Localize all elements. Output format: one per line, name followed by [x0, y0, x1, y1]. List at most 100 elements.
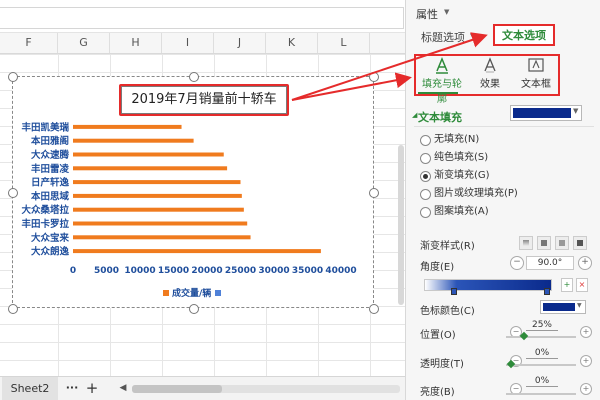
radio-pattern-fill[interactable]: 图案填充(A): [420, 204, 590, 220]
radio-label: 无填充(N): [434, 134, 480, 145]
bar-chart[interactable]: 丰田凯美瑞 本田雅阁 大众速腾 丰田雷凌 日产轩逸 本田思域 大众桑塔拉 丰田卡罗拉 大众宝来大…: [12, 76, 374, 308]
text-outline-icon: [436, 57, 448, 74]
text-fill-color-picker[interactable]: ▼: [510, 105, 582, 121]
category-label: 丰田雷凌: [31, 163, 70, 175]
stop-color-picker[interactable]: ▼: [540, 300, 586, 314]
x-tick-label: 30000: [258, 266, 289, 276]
section-text-fill[interactable]: 文本填充: [418, 109, 462, 125]
radio-gradient-fill[interactable]: 渐变填充(G): [420, 168, 590, 184]
tab-sheet2[interactable]: Sheet2: [2, 377, 58, 400]
gradient-style-label: 渐变样式(R): [420, 241, 475, 252]
subtab-fill-and-outline[interactable]: 填充与轮廓: [418, 56, 466, 105]
subtab-label: 填充与轮廓: [422, 79, 462, 105]
chevron-down-icon[interactable]: ▼: [470, 32, 475, 40]
add-stop-icon[interactable]: +: [561, 278, 573, 292]
chevron-down-icon[interactable]: ▼: [444, 8, 449, 16]
chart-resize-handle-bottom-left[interactable]: [8, 304, 18, 314]
category-label: 大众宝来: [31, 232, 70, 244]
category-label: 丰田凯美瑞: [21, 121, 69, 133]
column-header-k[interactable]: K: [266, 33, 318, 53]
column-header-g[interactable]: G: [58, 33, 110, 53]
brightness-increment-button[interactable]: +: [580, 383, 592, 395]
subtab-label: 文本框: [521, 79, 551, 90]
bar: [73, 221, 248, 226]
brightness-value[interactable]: 0%: [526, 376, 558, 387]
transparency-slider[interactable]: [506, 364, 576, 366]
chart-resize-handle-bottom[interactable]: [189, 304, 199, 314]
column-header-h[interactable]: H: [110, 33, 162, 53]
position-value[interactable]: 25%: [526, 320, 558, 331]
brightness-label: 亮度(B): [420, 387, 455, 398]
category-label: 大众速腾: [31, 149, 70, 161]
gradient-stop-handle[interactable]: [451, 288, 457, 295]
radio-button[interactable]: [420, 171, 431, 182]
transparency-label: 透明度(T): [420, 359, 464, 370]
position-increment-button[interactable]: +: [580, 326, 592, 338]
chart-resize-handle-right[interactable]: [369, 188, 379, 198]
tab-text-options[interactable]: 文本选项: [493, 24, 555, 46]
formula-bar: [0, 0, 405, 33]
more-sheets-icon[interactable]: ···: [64, 377, 80, 400]
column-header-l[interactable]: L: [318, 33, 370, 53]
stop-color-label: 色标颜色(C): [420, 306, 475, 317]
chart-title[interactable]: 2019年7月销量前十轿车: [121, 86, 287, 114]
color-swatch: [513, 108, 571, 118]
textbox-icon: [528, 58, 544, 72]
column-header-i[interactable]: I: [162, 33, 214, 53]
x-tick-label: 25000: [225, 266, 256, 276]
angle-decrement-button[interactable]: −: [510, 256, 524, 270]
chart-resize-handle-bottom-right[interactable]: [369, 304, 379, 314]
grid-row-line: [0, 342, 405, 343]
divider: [414, 126, 594, 127]
delete-stop-icon[interactable]: ×: [576, 278, 588, 292]
angle-increment-button[interactable]: +: [578, 256, 592, 270]
category-label: 本田思域: [31, 190, 70, 202]
color-swatch: [543, 303, 575, 311]
category-label: 日产轩逸: [31, 177, 70, 189]
gradient-style-linear-button[interactable]: [519, 236, 533, 250]
chart-resize-handle-top[interactable]: [189, 72, 199, 82]
radio-button[interactable]: [420, 189, 431, 200]
radio-button[interactable]: [420, 135, 431, 146]
radio-label: 图案填充(A): [434, 206, 489, 217]
radio-no-fill[interactable]: 无填充(N): [420, 132, 590, 148]
scroll-left-icon[interactable]: ◀: [117, 377, 129, 400]
radio-button[interactable]: [420, 153, 431, 164]
gradient-stop-handle[interactable]: [544, 288, 550, 295]
radio-solid-fill[interactable]: 纯色填充(S): [420, 150, 590, 166]
bar: [73, 166, 228, 171]
angle-label: 角度(E): [420, 262, 455, 273]
radio-picture-fill[interactable]: 图片或纹理填充(P): [420, 186, 590, 202]
radio-button[interactable]: [420, 207, 431, 218]
subtab-effects[interactable]: 效果: [466, 56, 514, 94]
x-tick-label: 35000: [292, 266, 323, 276]
formula-input[interactable]: [0, 7, 404, 29]
chart-resize-handle-top-left[interactable]: [8, 72, 18, 82]
add-sheet-button[interactable]: +: [84, 377, 100, 400]
x-tick-label: 0: [70, 266, 76, 276]
horizontal-scrollbar-thumb[interactable]: [132, 385, 222, 393]
brightness-slider[interactable]: [506, 393, 576, 395]
chevron-down-icon: ▼: [577, 302, 582, 309]
bar: [73, 180, 241, 185]
gradient-style-radial-button[interactable]: [537, 236, 551, 250]
category-label: 大众桑塔拉: [21, 204, 69, 216]
horizontal-scrollbar[interactable]: [132, 385, 400, 393]
subtab-textbox[interactable]: 文本框: [512, 56, 560, 94]
tab-title-options[interactable]: 标题选项: [421, 29, 465, 45]
chevron-down-icon: ▼: [573, 107, 579, 115]
gradient-style-path-button[interactable]: [573, 236, 587, 250]
collapse-caret-icon[interactable]: ◢: [412, 111, 417, 119]
chart-resize-handle-top-right[interactable]: [369, 72, 379, 82]
position-slider[interactable]: [506, 336, 576, 338]
column-header-j[interactable]: J: [214, 33, 266, 53]
gradient-style-rect-button[interactable]: [555, 236, 569, 250]
angle-input[interactable]: 90.0°: [526, 256, 574, 270]
chart-resize-handle-left[interactable]: [8, 188, 18, 198]
transparency-value[interactable]: 0%: [526, 348, 558, 359]
vertical-scrollbar[interactable]: [398, 145, 404, 305]
gradient-preview-bar[interactable]: [424, 279, 552, 291]
column-header-f[interactable]: F: [0, 33, 58, 53]
radio-label: 渐变填充(G): [434, 170, 490, 181]
transparency-increment-button[interactable]: +: [580, 355, 592, 367]
